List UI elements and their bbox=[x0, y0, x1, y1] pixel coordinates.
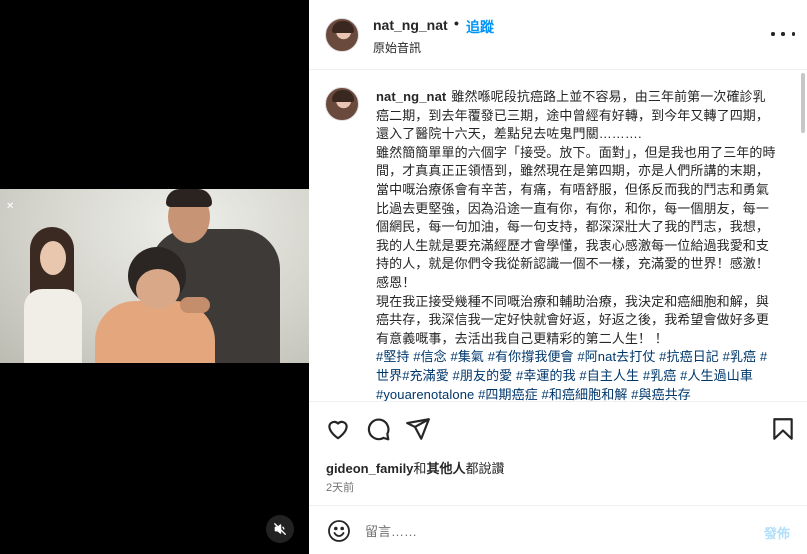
header-username[interactable]: nat_ng_nat bbox=[373, 17, 448, 33]
post-time[interactable]: 2天前 bbox=[326, 479, 354, 495]
video-person-patient-face bbox=[136, 269, 180, 309]
media-panel[interactable]: ✕ bbox=[0, 0, 309, 554]
audio-label[interactable]: 原始音訊 bbox=[373, 39, 421, 56]
likes-others[interactable]: 其他人 bbox=[426, 461, 465, 476]
comment-input[interactable] bbox=[365, 520, 745, 542]
mute-button[interactable] bbox=[266, 515, 294, 543]
caption-username[interactable]: nat_ng_nat bbox=[376, 89, 446, 104]
likes-suffix: 都說讚 bbox=[465, 461, 505, 476]
post-comment-button[interactable]: 發佈 bbox=[764, 523, 790, 542]
avatar[interactable] bbox=[325, 18, 359, 52]
mute-icon bbox=[274, 523, 286, 535]
caption-avatar[interactable] bbox=[325, 87, 359, 121]
bookmark-icon[interactable] bbox=[770, 416, 796, 442]
comment-bar: 發佈 bbox=[309, 505, 807, 554]
side-mark: ✕ bbox=[6, 201, 15, 212]
likes-summary: gideon_family和其他人都說讚 bbox=[326, 458, 504, 477]
comment-icon[interactable] bbox=[365, 416, 391, 442]
caption-area[interactable]: nat_ng_nat 雖然喺呢段抗癌路上並不容易，由三年前第一次確診乳癌二期，到去… bbox=[309, 71, 807, 401]
separator-dot: • bbox=[454, 15, 459, 31]
video-player[interactable] bbox=[0, 189, 309, 363]
caption-text: nat_ng_nat 雖然喺呢段抗癌路上並不容易，由三年前第一次確診乳癌二期，到去… bbox=[376, 88, 776, 401]
caption-paragraph-3: 現在我正接受幾種不同嘅治療和輔助治療，我決定和癌細胞和解，與癌共存，我深信我一定… bbox=[376, 293, 770, 346]
caption-paragraph-2: 雖然簡簡單單的六個字「接受。放下。面對」，但是我也用了三年的時間，才真真正正領悟… bbox=[376, 144, 776, 290]
caption-hashtags[interactable]: #堅持 #信念 #集氣 #有你撐我便會 #阿nat去打仗 #抗癌日記 #乳癌 #… bbox=[376, 348, 776, 401]
emoji-icon[interactable] bbox=[327, 519, 351, 543]
caption-scrollbar[interactable] bbox=[801, 73, 805, 133]
video-person-man-hair bbox=[166, 189, 212, 207]
more-icon[interactable] bbox=[771, 24, 795, 44]
action-bar bbox=[309, 401, 807, 455]
likes-connector: 和 bbox=[413, 461, 427, 476]
likes-first-user[interactable]: gideon_family bbox=[326, 461, 413, 476]
video-hand bbox=[180, 297, 210, 313]
video-person-girl-face bbox=[40, 241, 66, 275]
heart-icon[interactable] bbox=[325, 416, 351, 442]
post-header: nat_ng_nat • 追蹤 原始音訊 bbox=[309, 0, 807, 70]
video-person-girl-body bbox=[24, 289, 82, 363]
follow-button[interactable]: 追蹤 bbox=[466, 17, 494, 37]
share-icon[interactable] bbox=[405, 416, 431, 442]
post-panel: nat_ng_nat • 追蹤 原始音訊 nat_ng_nat 雖然喺呢段抗癌路上… bbox=[309, 0, 807, 554]
